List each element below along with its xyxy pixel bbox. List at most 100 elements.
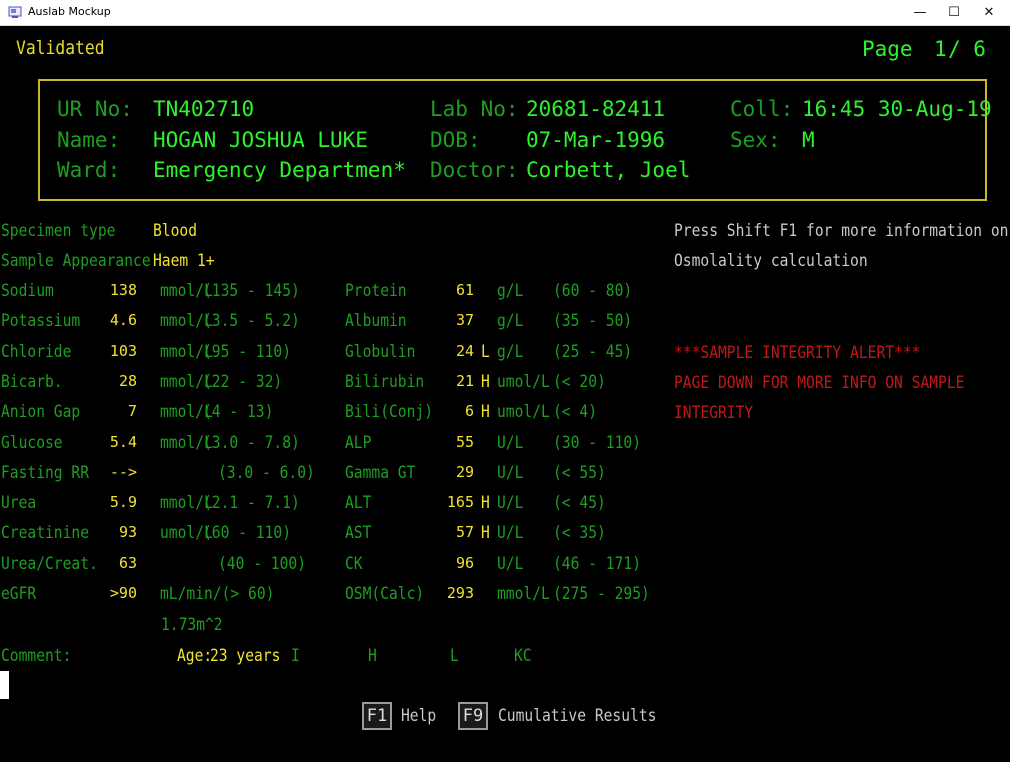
right-result-unit: g/L	[497, 281, 524, 301]
right-result-unit: g/L	[497, 311, 524, 331]
left-result-name: Fasting RR	[1, 463, 90, 483]
right-result-range: (< 4)	[553, 402, 598, 422]
f1-key-label: F1	[366, 706, 388, 726]
ward-value: Emergency Departmen*	[153, 158, 406, 182]
app-icon	[8, 6, 22, 18]
coll-value: 16:45 30-Aug-19	[802, 97, 992, 121]
left-result-value: 103	[109, 342, 137, 360]
title-bar: Auslab Mockup — ☐ ✕	[0, 0, 1010, 26]
name-label: Name:	[57, 128, 121, 152]
left-result-range: (3.5 - 5.2)	[203, 311, 300, 331]
left-result-name: Potassium	[1, 311, 81, 331]
maximize-button[interactable]: ☐	[937, 0, 971, 25]
close-button[interactable]: ✕	[972, 0, 1006, 25]
sex-value: M	[802, 128, 815, 152]
sex-label: Sex:	[730, 128, 781, 152]
comment-l: L	[450, 646, 459, 666]
right-result-range: (< 45)	[553, 493, 606, 513]
window-title: Auslab Mockup	[28, 5, 111, 18]
text-cursor[interactable]	[0, 671, 9, 699]
lab-value: 20681-82411	[526, 97, 666, 121]
right-result-unit: U/L	[497, 493, 524, 513]
right-result-unit: U/L	[497, 523, 524, 543]
cumulative-results-label[interactable]: Cumulative Results	[498, 708, 656, 725]
ur-value: TN402710	[153, 97, 255, 121]
right-result-name: AST	[345, 523, 372, 543]
left-result-value: 5.9	[109, 493, 137, 511]
left-result-value: >90	[109, 584, 137, 602]
right-result-range: (< 35)	[553, 523, 606, 543]
left-result-name: eGFR	[1, 584, 37, 604]
left-result-name: Chloride	[1, 342, 72, 362]
left-result-value: 93	[118, 523, 137, 541]
right-result-unit: g/L	[497, 342, 524, 362]
right-result-value: 57	[455, 523, 474, 541]
terminal-screen[interactable]: Validated Page 1 / 6 UR No: TN402710 Nam…	[0, 26, 1010, 762]
right-result-value: 165	[446, 493, 474, 511]
right-result-value: 21	[455, 372, 474, 390]
right-result-name: CK	[345, 554, 363, 574]
right-result-value: 61	[455, 281, 474, 299]
right-result-range: (< 20)	[553, 372, 606, 392]
sample-appearance-label: Sample Appearance	[1, 251, 151, 271]
app-window: Auslab Mockup — ☐ ✕ Validated Page 1 / 6…	[0, 0, 1010, 762]
comment-i: I	[291, 646, 300, 666]
dob-value: 07-Mar-1996	[526, 128, 666, 152]
right-result-unit: mmol/L	[497, 584, 550, 604]
left-result-name: Anion Gap	[1, 402, 81, 422]
left-result-name: Bicarb.	[1, 372, 63, 392]
left-result-range: (22 - 32)	[203, 372, 283, 392]
page-label: Page	[862, 37, 913, 61]
right-result-value: 24	[455, 342, 474, 360]
right-result-value: 293	[446, 584, 474, 602]
f9-key-label: F9	[462, 706, 484, 726]
right-result-range: (275 - 295)	[553, 584, 650, 604]
ur-label: UR No:	[57, 97, 133, 121]
right-result-unit: U/L	[497, 554, 524, 574]
f1-key-button[interactable]: F1	[362, 702, 392, 730]
right-result-flag: L	[481, 342, 490, 362]
left-result-range: (40 - 100)	[218, 554, 307, 574]
comment-kc: KC	[514, 646, 532, 666]
left-result-range: (3.0 - 6.0)	[218, 463, 315, 483]
age-label: Age:	[177, 646, 213, 666]
left-result-value: 4.6	[109, 311, 137, 329]
help-label[interactable]: Help	[401, 708, 436, 725]
ward-label: Ward:	[57, 158, 121, 182]
right-result-unit: umol/L	[497, 372, 550, 392]
specimen-type-value: Blood	[153, 221, 198, 241]
right-result-name: Gamma GT	[345, 463, 416, 483]
minimize-button[interactable]: —	[903, 0, 937, 25]
right-result-range: (< 55)	[553, 463, 606, 483]
left-result-name: Sodium	[1, 281, 54, 301]
patient-name: HOGAN JOSHUA LUKE	[153, 128, 368, 152]
left-result-value: 7	[127, 402, 137, 420]
left-result-value: 63	[118, 554, 137, 572]
sample-appearance-value: Haem 1+	[153, 251, 215, 271]
info-line-2: Osmolality calculation	[674, 251, 868, 271]
left-result-value: 28	[118, 372, 137, 390]
right-result-name: ALP	[345, 433, 372, 453]
left-result-range: (60 - 110)	[203, 523, 292, 543]
right-result-range: (35 - 50)	[553, 311, 633, 331]
right-result-name: Albumin	[345, 311, 407, 331]
right-result-unit: U/L	[497, 463, 524, 483]
f9-key-button[interactable]: F9	[458, 702, 488, 730]
right-result-value: 96	[455, 554, 474, 572]
coll-label: Coll:	[730, 97, 794, 121]
right-result-unit: U/L	[497, 433, 524, 453]
left-result-name: Glucose	[1, 433, 63, 453]
dob-label: DOB:	[430, 128, 481, 152]
comment-h: H	[368, 646, 377, 666]
right-result-range: (30 - 110)	[553, 433, 642, 453]
right-result-name: ALT	[345, 493, 372, 513]
comment-label: Comment:	[1, 646, 72, 666]
right-result-flag: H	[481, 372, 490, 392]
page-current: 1	[934, 37, 947, 61]
right-result-value: 6	[464, 402, 474, 420]
right-result-value: 29	[455, 463, 474, 481]
right-result-range: (46 - 171)	[553, 554, 642, 574]
right-result-flag: H	[481, 402, 490, 422]
left-result-value: -->	[109, 463, 137, 481]
right-result-value: 37	[455, 311, 474, 329]
